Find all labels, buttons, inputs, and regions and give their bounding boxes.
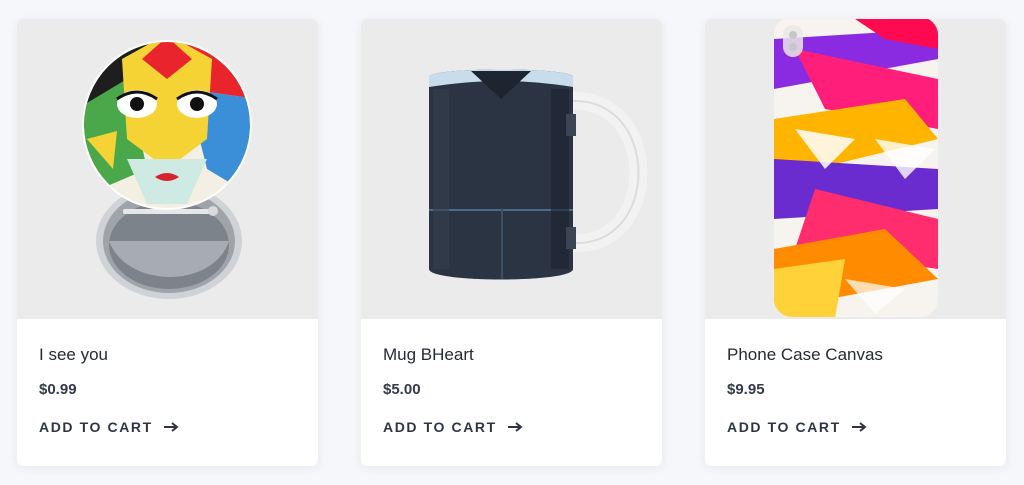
add-to-cart-button[interactable]: ADD TO CART [383,417,523,437]
product-image-phone-case[interactable] [705,19,1006,319]
product-price: $9.95 [727,381,765,398]
arrow-right-icon [851,422,867,432]
add-to-cart-button[interactable]: ADD TO CART [727,417,867,437]
product-price: $5.00 [383,381,421,398]
phone-case-image [774,19,938,317]
arrow-right-icon [163,422,179,432]
product-price: $0.99 [39,381,77,398]
add-to-cart-label: ADD TO CART [383,419,497,435]
add-to-cart-button[interactable]: ADD TO CART [39,417,179,437]
mug-image [429,69,648,280]
product-title[interactable]: I see you [39,345,108,365]
product-image-mug[interactable] [361,19,662,319]
arrow-right-icon [507,422,523,432]
add-to-cart-label: ADD TO CART [727,419,841,435]
product-grid: I see you $0.99 ADD TO CART Mug BHeart $… [0,0,1024,485]
product-image-pin-button[interactable] [17,19,318,319]
product-card: I see you $0.99 ADD TO CART [17,19,318,466]
product-card: Mug BHeart $5.00 ADD TO CART [361,19,662,466]
add-to-cart-label: ADD TO CART [39,419,153,435]
product-title[interactable]: Mug BHeart [383,345,474,365]
product-card: Phone Case Canvas $9.95 ADD TO CART [705,19,1006,466]
product-title[interactable]: Phone Case Canvas [727,345,883,365]
pin-button-image [82,40,252,299]
